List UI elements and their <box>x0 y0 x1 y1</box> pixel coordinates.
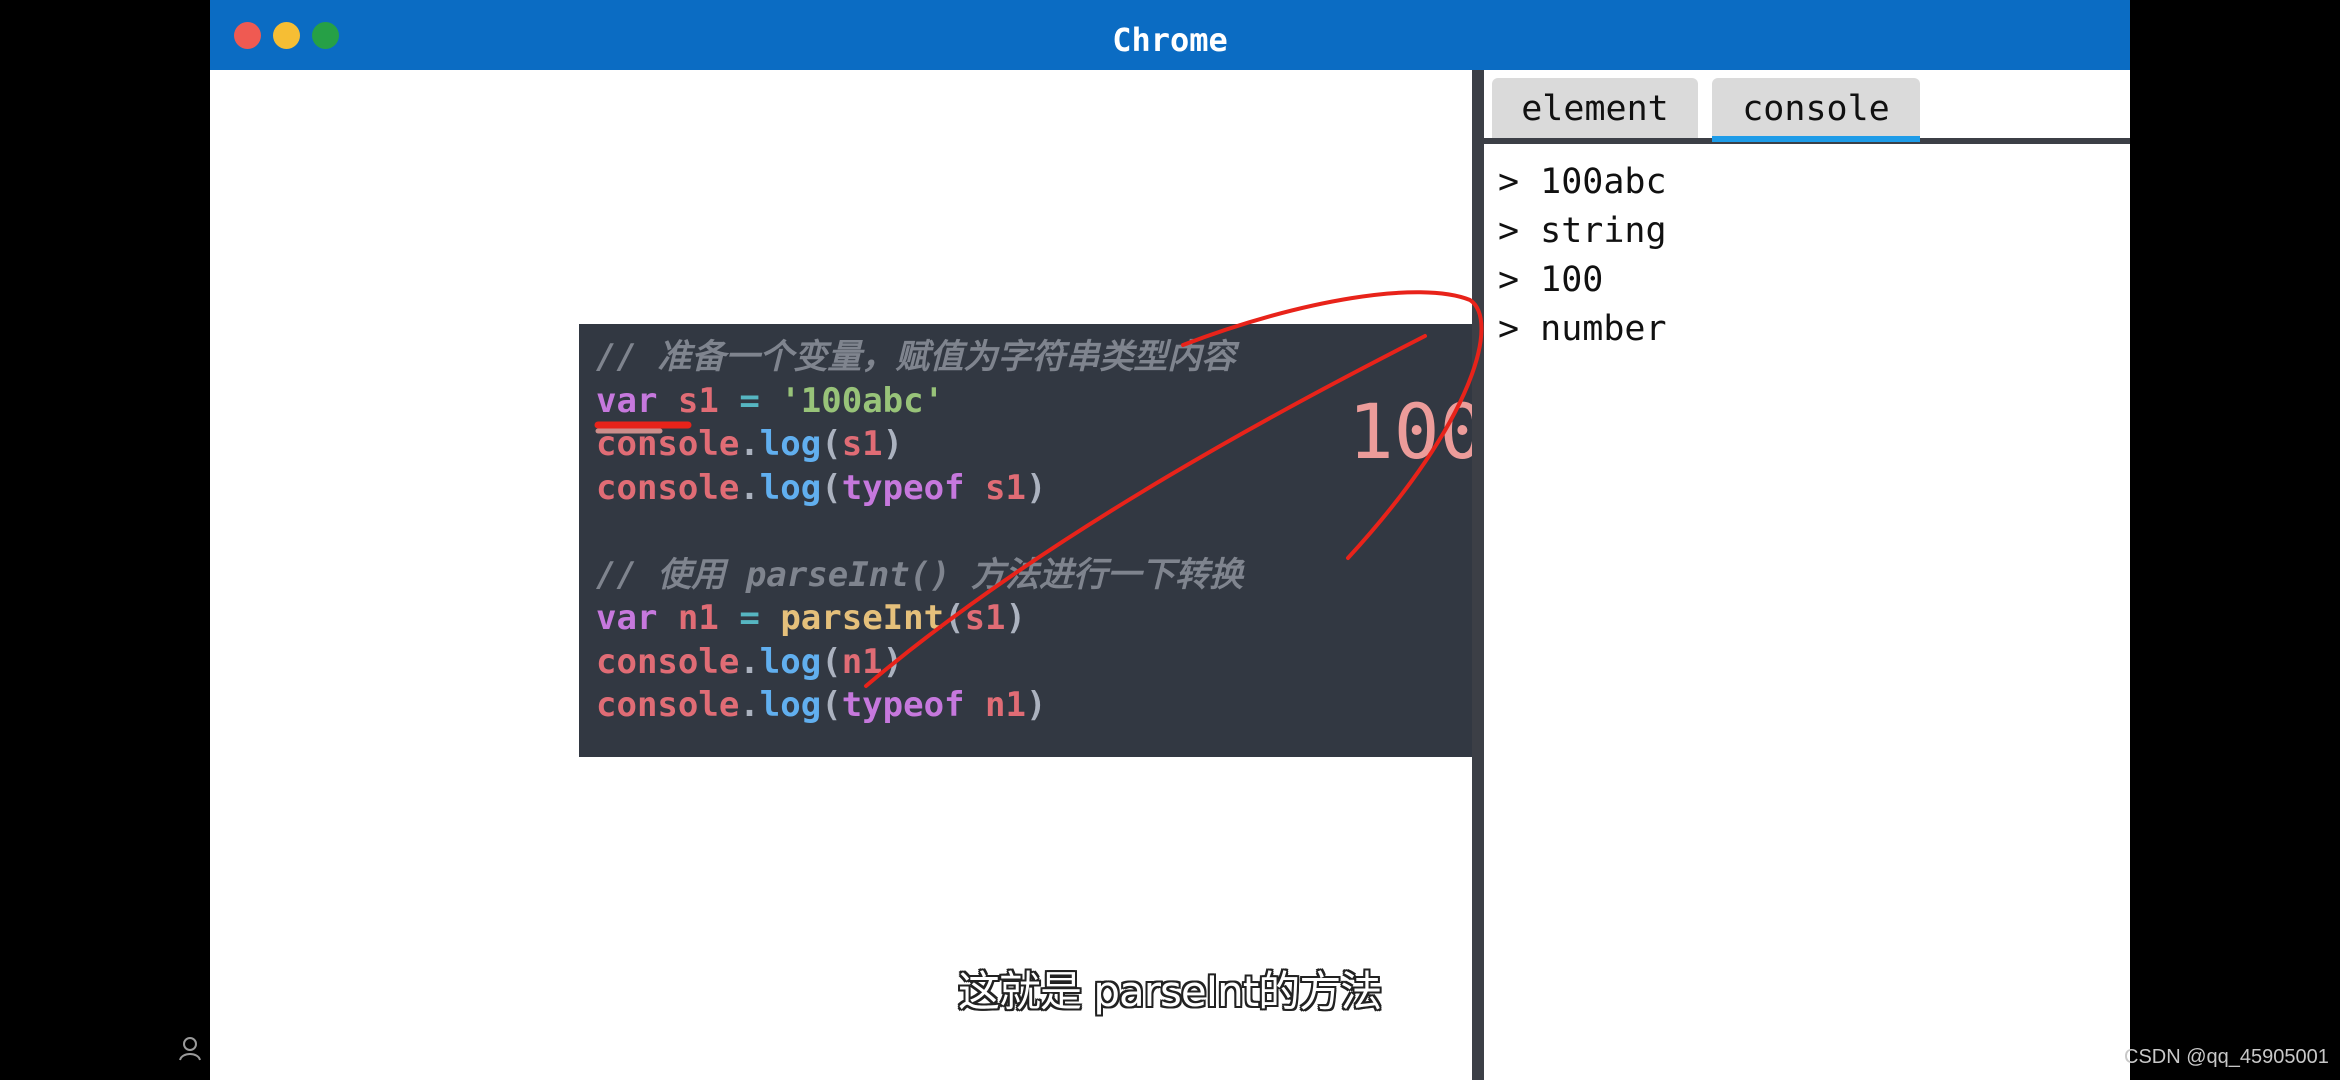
code-dot: . <box>739 685 760 725</box>
code-line-6: // 使用 parseInt() 方法进行一下转换 <box>596 554 1543 598</box>
code-line-1: // 准备一个变量，赋值为字符串类型内容 <box>596 336 1543 380</box>
console-output: > 100abc > string > 100 > number <box>1498 158 2118 354</box>
code-object: console <box>596 424 740 464</box>
code-function: log <box>759 685 822 725</box>
code-keyword: typeof <box>841 467 965 508</box>
tab-element[interactable]: element <box>1492 78 1698 138</box>
code-function: log <box>759 424 822 464</box>
code-paren-open: ( <box>821 685 842 725</box>
code-variable: s1 <box>677 380 719 421</box>
code-object: console <box>596 685 740 725</box>
code-comment: // 准备一个变量，赋值为字符串类型内容 <box>596 337 1236 377</box>
code-argument: s1 <box>964 598 1006 638</box>
title-bar: Chrome <box>210 0 2130 70</box>
code-line-9: console.log(typeof n1) <box>596 684 1543 728</box>
code-function: log <box>759 467 822 508</box>
code-operator: = <box>739 380 760 421</box>
active-tab-indicator <box>1712 136 1920 142</box>
devtools-tabs: element console <box>1484 70 2130 144</box>
subtitle-caption: 这就是 parseInt的方法 <box>958 967 1382 1016</box>
code-object: console <box>596 641 740 682</box>
code-keyword: var <box>596 380 658 421</box>
console-line: > number <box>1498 309 1667 349</box>
code-paren-open: ( <box>821 424 842 464</box>
console-line: > 100abc <box>1498 162 1667 202</box>
code-paren-close: ) <box>1025 467 1047 508</box>
window-title: Chrome <box>1112 21 1228 59</box>
code-paren-close: ) <box>1025 685 1047 725</box>
code-paren-close: ) <box>1005 598 1026 638</box>
code-argument: n1 <box>985 685 1026 725</box>
code-object: console <box>596 467 740 508</box>
code-dot: . <box>739 467 760 508</box>
code-paren-close: ) <box>882 641 904 682</box>
code-string: '100abc' <box>780 380 945 421</box>
devtools-splitter[interactable] <box>1472 70 1484 1080</box>
code-argument: n1 <box>841 641 883 682</box>
code-keyword: typeof <box>841 685 965 725</box>
code-keyword: var <box>596 598 658 638</box>
browser-window: Chrome // 准备一个变量，赋值为字符串类型内容 var s1 = '10… <box>210 0 2130 1080</box>
watermark: CSDN @qq_45905001 <box>2124 1046 2329 1068</box>
console-line: > 100 <box>1498 260 1604 300</box>
code-function: parseInt <box>780 598 945 638</box>
code-variable: n1 <box>677 598 719 638</box>
code-dot: . <box>739 424 760 464</box>
tab-console[interactable]: console <box>1712 78 1920 138</box>
code-function: log <box>759 641 822 682</box>
code-dot: . <box>739 641 760 682</box>
code-operator: = <box>739 598 760 638</box>
code-paren-open: ( <box>821 467 842 508</box>
console-line: > string <box>1498 211 1667 251</box>
code-paren-open: ( <box>944 598 965 638</box>
video-frame: Chrome // 准备一个变量，赋值为字符串类型内容 var s1 = '10… <box>0 0 2340 1080</box>
code-line-8: console.log(n1) <box>596 641 1543 685</box>
code-argument: s1 <box>985 467 1026 508</box>
code-paren-open: ( <box>821 641 842 682</box>
code-argument: s1 <box>841 424 883 464</box>
code-line-7: var n1 = parseInt(s1) <box>596 597 1543 641</box>
user-icon <box>179 1037 201 1061</box>
code-paren-close: ) <box>882 424 904 464</box>
code-comment: // 使用 parseInt() 方法进行一下转换 <box>596 554 1244 595</box>
annotation-value: 100 <box>1348 387 1486 476</box>
devtools-panel: element console > 100abc > string > 100 … <box>1484 70 2130 1080</box>
